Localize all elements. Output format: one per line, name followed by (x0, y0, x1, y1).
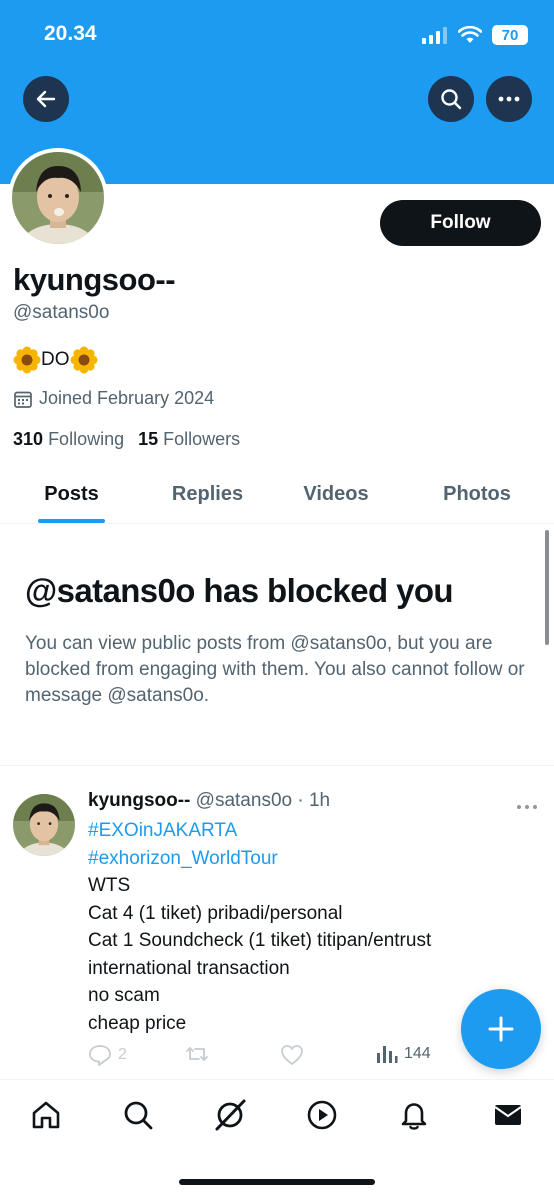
reply-button[interactable]: 2 (88, 1044, 127, 1066)
more-button[interactable] (486, 76, 532, 122)
post-body: #EXOinJAKARTA #exhorizon_WorldTour WTS C… (88, 817, 528, 1037)
mail-icon (494, 1105, 522, 1125)
profile-handle: @satans0o (13, 302, 110, 323)
post-actions: 2 144 (88, 1044, 528, 1074)
signal-icon (422, 27, 447, 44)
joined-text: Joined February 2024 (39, 388, 215, 408)
profile-avatar[interactable] (8, 148, 108, 248)
sunflower-icon (70, 346, 97, 374)
post-header: kyungsoo-- @satans0o · 1h (88, 790, 331, 811)
nav-search[interactable] (120, 1097, 156, 1133)
post-line: no scam (88, 985, 160, 1006)
follow-button[interactable]: Follow (380, 200, 541, 246)
battery-indicator: 70 (492, 25, 528, 45)
bell-icon (401, 1103, 427, 1130)
search-button[interactable] (428, 76, 474, 122)
blocked-title: @satans0o has blocked you (25, 572, 454, 609)
post-line: WTS (88, 875, 131, 896)
avatar-photo (13, 794, 75, 856)
status-icons: 70 (422, 22, 528, 48)
plus-icon (488, 1016, 514, 1042)
followers-link[interactable]: 15 Followers (138, 429, 240, 450)
tab-replies[interactable]: Replies (150, 464, 265, 524)
nav-grok[interactable] (212, 1097, 248, 1133)
profile-stats: 310 Following 15 Followers (13, 429, 240, 450)
post-avatar[interactable] (13, 794, 75, 856)
views-icon (377, 1046, 398, 1063)
following-link[interactable]: 310 Following (13, 429, 124, 450)
views-count: 144 (404, 1045, 431, 1062)
like-button[interactable] (280, 1044, 304, 1066)
repost-icon (186, 1047, 208, 1061)
post-time: 1h (308, 790, 331, 811)
tab-videos[interactable]: Videos (283, 464, 389, 524)
section-divider (0, 765, 554, 766)
status-time: 20.34 (44, 22, 97, 45)
nav-notifications[interactable] (396, 1097, 432, 1133)
post-handle[interactable]: @satans0o (196, 790, 292, 811)
home-indicator (179, 1179, 375, 1185)
hashtag-link[interactable]: #exhorizon_WorldTour (88, 845, 528, 873)
profile-tabs: Posts Replies Videos Photos (0, 464, 554, 524)
repost-button[interactable] (185, 1044, 209, 1064)
hashtag-link[interactable]: #EXOinJAKARTA (88, 817, 528, 845)
bio-text: DO (41, 349, 70, 370)
avatar-photo (12, 152, 104, 244)
joined-date: Joined February 2024 (13, 388, 214, 409)
wifi-icon (458, 26, 482, 43)
compose-button[interactable] (461, 989, 541, 1069)
calendar-icon (14, 391, 32, 408)
post-more-button[interactable] (516, 794, 538, 815)
search-icon (441, 89, 462, 110)
nav-messages[interactable] (490, 1097, 526, 1133)
display-name: kyungsoo-- (13, 262, 176, 297)
grok-icon (215, 1099, 246, 1131)
post-author[interactable]: kyungsoo-- (88, 790, 190, 811)
post-line: Cat 4 (1 tiket) pribadi/personal (88, 902, 343, 924)
tab-photos[interactable]: Photos (420, 464, 534, 524)
tab-posts[interactable]: Posts (20, 464, 123, 524)
nav-video[interactable] (304, 1097, 340, 1133)
scrollbar[interactable] (545, 530, 549, 645)
back-button[interactable] (23, 76, 69, 122)
sunflower-icon (13, 346, 41, 374)
heart-icon (281, 1045, 303, 1065)
reply-count: 2 (118, 1046, 127, 1063)
search-icon (124, 1101, 153, 1130)
post-line: Cat 1 Soundcheck (1 tiket) titipan/entru… (88, 930, 432, 951)
blocked-message: You can view public posts from @satans0o… (25, 633, 525, 706)
arrow-left-icon (36, 90, 56, 108)
nav-home[interactable] (28, 1097, 64, 1133)
profile-bio: DO (13, 346, 98, 374)
post-line: international transaction (88, 957, 290, 979)
views-button[interactable]: 144 (376, 1044, 431, 1064)
video-icon (307, 1100, 337, 1130)
active-tab-indicator (38, 519, 105, 523)
reply-icon (89, 1045, 111, 1066)
more-icon (498, 96, 520, 102)
more-icon (517, 805, 537, 809)
home-icon (32, 1101, 60, 1129)
